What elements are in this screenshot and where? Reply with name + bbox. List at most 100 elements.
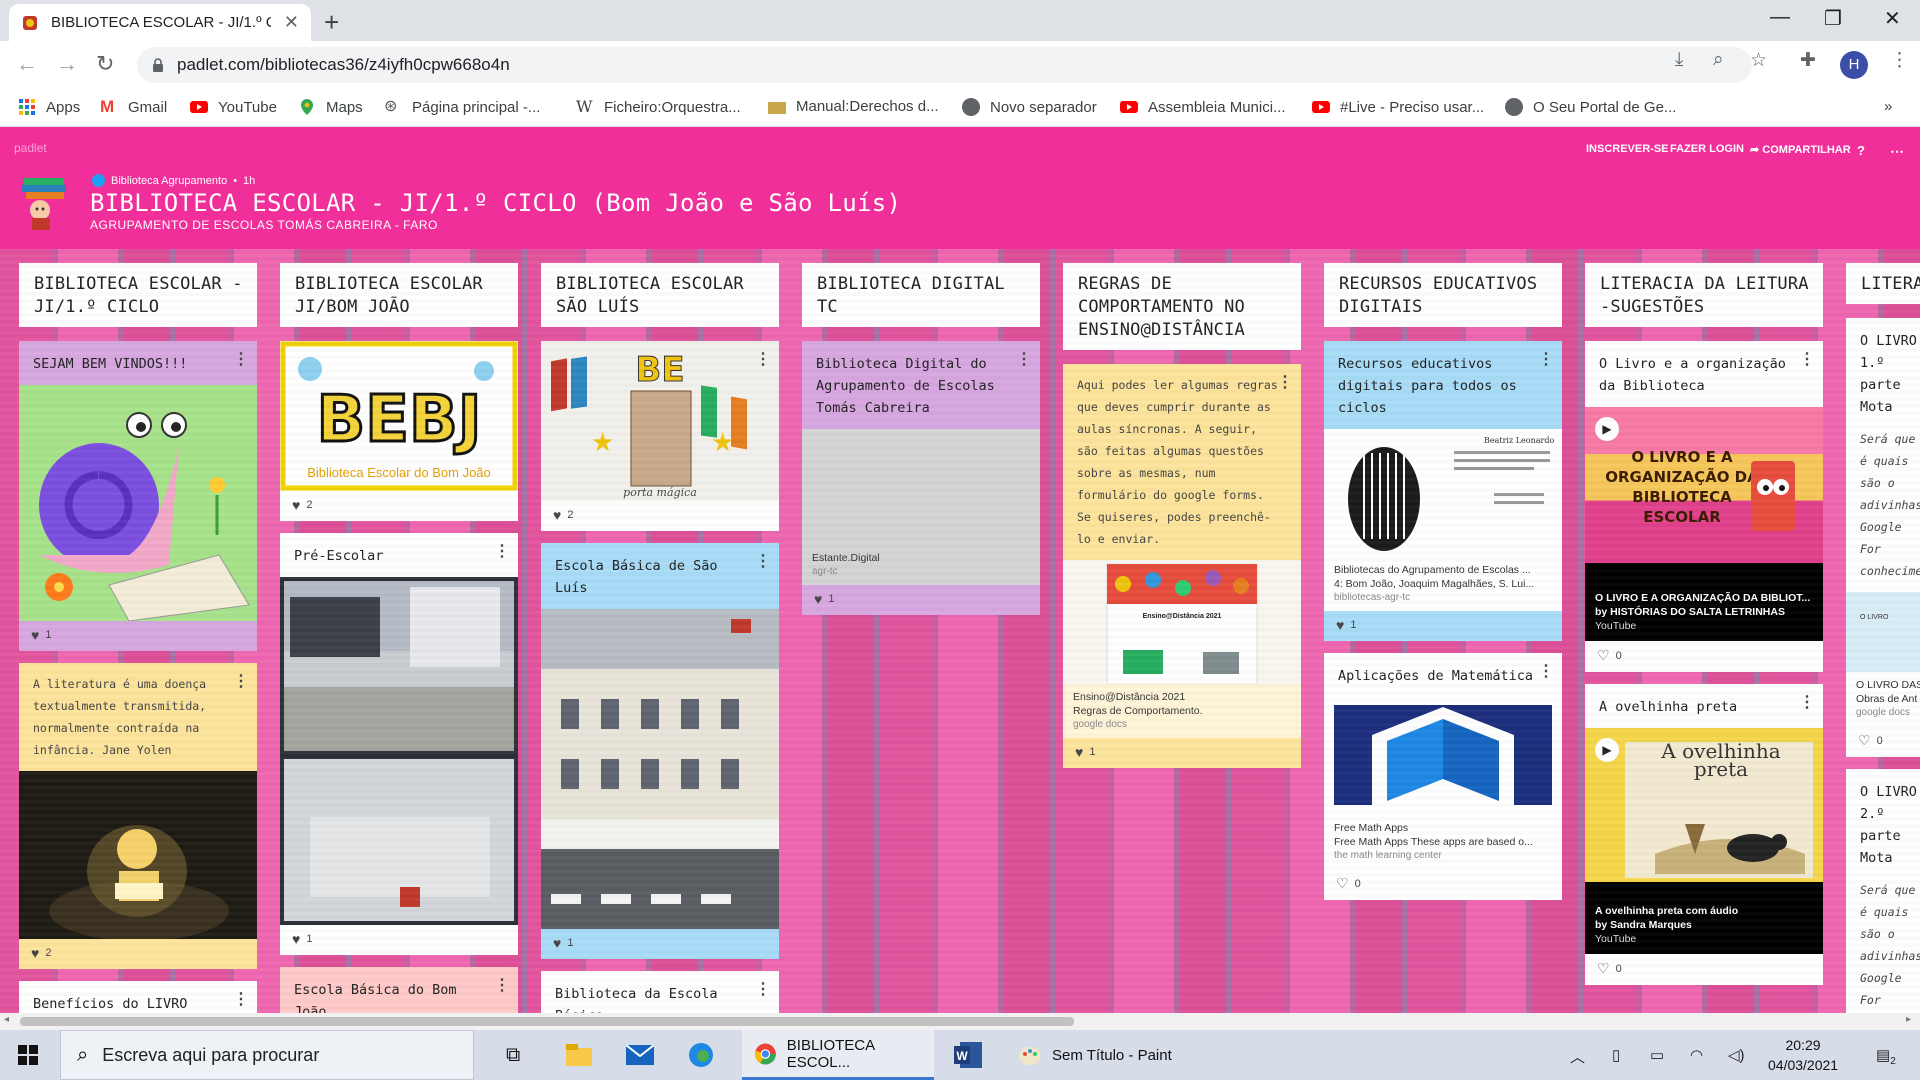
window-close-icon[interactable]: ✕ <box>1884 6 1901 31</box>
bookmark-gmail[interactable]: M Gmail <box>100 98 167 116</box>
post-card[interactable]: BEBJ Biblioteca Escolar do Bom João ♥ 2 <box>280 341 518 521</box>
bookmark-manual[interactable]: Manual:Derechos d... <box>768 98 939 115</box>
wifi-icon[interactable]: ◠ <box>1690 1046 1703 1064</box>
volume-icon[interactable]: ◁) <box>1728 1046 1745 1064</box>
install-icon[interactable]: ⤓ <box>1675 49 1683 71</box>
taskbar-clock[interactable]: 20:29 04/03/2021 <box>1768 1035 1838 1075</box>
post-card[interactable]: Benefícios do LIVRO ⋮ <box>19 981 257 1013</box>
scroll-left-icon[interactable]: ◂ <box>4 1014 9 1025</box>
post-menu-icon[interactable]: ⋮ <box>1799 692 1815 712</box>
post-card[interactable]: A literatura é uma doença textualmente t… <box>19 663 257 969</box>
forward-arrow-icon[interactable]: → <box>56 51 78 77</box>
post-card[interactable]: Aqui podes ler algumas regras que deves … <box>1063 364 1301 768</box>
like-count[interactable]: ♥ 2 <box>280 491 518 521</box>
word-icon[interactable]: W <box>954 1030 982 1080</box>
more-options-icon[interactable]: ⋯ <box>1890 143 1904 160</box>
taskbar-chrome-app[interactable]: BIBLIOTECA ESCOL... <box>742 1030 934 1080</box>
post-menu-icon[interactable]: ⋮ <box>755 551 771 571</box>
post-card[interactable]: O LIVRO 2.º parte Mota Será que é quais … <box>1846 769 1920 1013</box>
like-count[interactable]: ♥ 2 <box>19 939 257 969</box>
link-preview[interactable]: Ensino@Distância 2021 Regras de Comporta… <box>1063 684 1301 738</box>
back-arrow-icon[interactable]: ← <box>16 51 38 77</box>
post-card[interactable]: SEJAM BEM VINDOS!!! ⋮ ♥ 1 <box>19 341 257 651</box>
bookmark-youtube[interactable]: YouTube <box>190 98 277 116</box>
signup-link[interactable]: INSCREVER-SE <box>1586 143 1669 155</box>
extensions-icon[interactable]: ✚ <box>1800 49 1816 72</box>
like-count[interactable]: ♡ 0 <box>1585 954 1823 985</box>
reload-icon[interactable]: ↻ <box>96 51 114 77</box>
menu-kebab-icon[interactable]: ⋮ <box>1890 49 1909 72</box>
file-explorer-icon[interactable] <box>566 1030 592 1080</box>
play-icon[interactable]: ▶ <box>1595 417 1619 441</box>
post-menu-icon[interactable]: ⋮ <box>1016 349 1032 369</box>
post-card[interactable]: Biblioteca da Escola Básica ⋮ <box>541 971 779 1013</box>
share-link[interactable]: ➦ COMPARTILHAR <box>1750 143 1851 156</box>
bookmark-pagina-principal[interactable]: ⊛ Página principal -... <box>384 98 540 116</box>
bookmark-star-icon[interactable]: ☆ <box>1750 49 1767 72</box>
scroll-right-icon[interactable]: ▸ <box>1906 1014 1911 1025</box>
post-card[interactable]: O Livro e a organização da Biblioteca ⋮ … <box>1585 341 1823 672</box>
post-card[interactable]: ⋮ BE ★ ★ porta mágica ♥ 2 <box>541 341 779 531</box>
like-count[interactable]: ♥ 1 <box>1324 611 1562 641</box>
link-preview[interactable]: O LIVRO DAS Obras de Ant google docs <box>1846 672 1920 726</box>
like-count[interactable]: ♥ 1 <box>280 925 518 955</box>
scrollbar-thumb[interactable] <box>20 1017 1074 1026</box>
post-card[interactable]: Biblioteca Digital do Agrupamento de Esc… <box>802 341 1040 615</box>
edge-icon[interactable] <box>688 1030 714 1080</box>
bookmark-assembleia[interactable]: Assembleia Munici... <box>1120 98 1286 116</box>
taskbar-paint-app[interactable]: Sem Título - Paint <box>1006 1030 1196 1080</box>
windows-start-icon[interactable] <box>18 1045 38 1065</box>
padlet-logo[interactable]: padlet <box>14 141 47 155</box>
post-menu-icon[interactable]: ⋮ <box>1538 661 1554 681</box>
tray-chevron-icon[interactable]: ︿ <box>1570 1046 1585 1067</box>
post-menu-icon[interactable]: ⋮ <box>494 975 510 995</box>
bookmark-apps[interactable]: Apps <box>18 98 80 116</box>
post-card[interactable]: Escola Básica do Bom João ⋮ <box>280 967 518 1013</box>
video-caption[interactable]: O LIVRO E A ORGANIZAÇÃO DA BIBLIOT... by… <box>1585 563 1823 641</box>
like-count[interactable]: ♥ 1 <box>541 929 779 959</box>
notifications-icon[interactable]: ▤2 <box>1876 1046 1896 1067</box>
like-count[interactable]: ♡ 0 <box>1846 726 1920 757</box>
post-menu-icon[interactable]: ⋮ <box>233 671 249 691</box>
link-preview[interactable]: Estante.Digital agr-tc <box>802 545 1040 585</box>
post-menu-icon[interactable]: ⋮ <box>1799 349 1815 369</box>
like-count[interactable]: ♥ 1 <box>802 585 1040 615</box>
post-menu-icon[interactable]: ⋮ <box>755 349 771 369</box>
more-bookmarks-icon[interactable]: » <box>1884 98 1892 115</box>
tab-close-icon[interactable]: ✕ <box>284 12 299 33</box>
post-menu-icon[interactable]: ⋮ <box>233 989 249 1009</box>
bookmark-ficheiro[interactable]: W Ficheiro:Orquestra... <box>576 98 741 116</box>
post-menu-icon[interactable]: ⋮ <box>755 979 771 999</box>
video-thumbnail[interactable]: ▶ A ovelhinha preta <box>1585 728 1823 882</box>
like-count[interactable]: ♥ 1 <box>19 621 257 651</box>
like-count[interactable]: ♥ 2 <box>541 501 779 531</box>
device-icon[interactable]: ▯ <box>1612 1046 1620 1064</box>
minimize-icon[interactable]: — <box>1770 6 1790 29</box>
like-count[interactable]: ♡ 0 <box>1324 869 1562 900</box>
battery-icon[interactable]: ▭ <box>1650 1046 1664 1064</box>
post-card[interactable]: Pré-Escolar ⋮ ♥ 1 <box>280 533 518 955</box>
play-icon[interactable]: ▶ <box>1595 738 1619 762</box>
bookmark-live[interactable]: #Live - Preciso usar... <box>1312 98 1484 116</box>
help-icon[interactable]: ? <box>1857 143 1865 158</box>
login-link[interactable]: FAZER LOGIN <box>1670 143 1744 155</box>
link-preview[interactable]: Free Math Apps Free Math Apps These apps… <box>1324 815 1562 869</box>
video-thumbnail[interactable]: ▶ O LIVRO E A ORGANIZAÇÃO DA BIBLIOTECA … <box>1585 407 1823 563</box>
post-menu-icon[interactable]: ⋮ <box>494 541 510 561</box>
link-preview[interactable]: Bibliotecas do Agrupamento de Escolas ..… <box>1324 557 1562 611</box>
address-bar[interactable]: padlet.com/bibliotecas36/z4iyfh0cpw668o4… <box>137 47 1752 83</box>
post-card[interactable]: Escola Básica de São Luís ⋮ ♥ 1 <box>541 543 779 959</box>
bookmark-portal[interactable]: O Seu Portal de Ge... <box>1505 98 1676 116</box>
task-view-icon[interactable]: ⧉ <box>506 1030 520 1080</box>
like-count[interactable]: ♥ 1 <box>1063 738 1301 768</box>
post-menu-icon[interactable]: ⋮ <box>1538 349 1554 369</box>
like-count[interactable]: ♡ 0 <box>1585 641 1823 672</box>
bookmark-novo-separador[interactable]: Novo separador <box>962 98 1097 116</box>
horizontal-scrollbar[interactable]: ◂ ▸ <box>0 1013 1920 1030</box>
mail-icon[interactable] <box>626 1030 654 1080</box>
post-card[interactable]: Aplicações de Matemática ⋮ Free Math App… <box>1324 653 1562 900</box>
taskbar-search-box[interactable]: ⌕ Escreva aqui para procurar <box>60 1030 474 1080</box>
maximize-icon[interactable]: ❐ <box>1824 6 1842 31</box>
post-card[interactable]: O LIVRO 1.º parte Mota Será que é quais … <box>1846 318 1920 757</box>
post-menu-icon[interactable]: ⋮ <box>1277 372 1293 392</box>
